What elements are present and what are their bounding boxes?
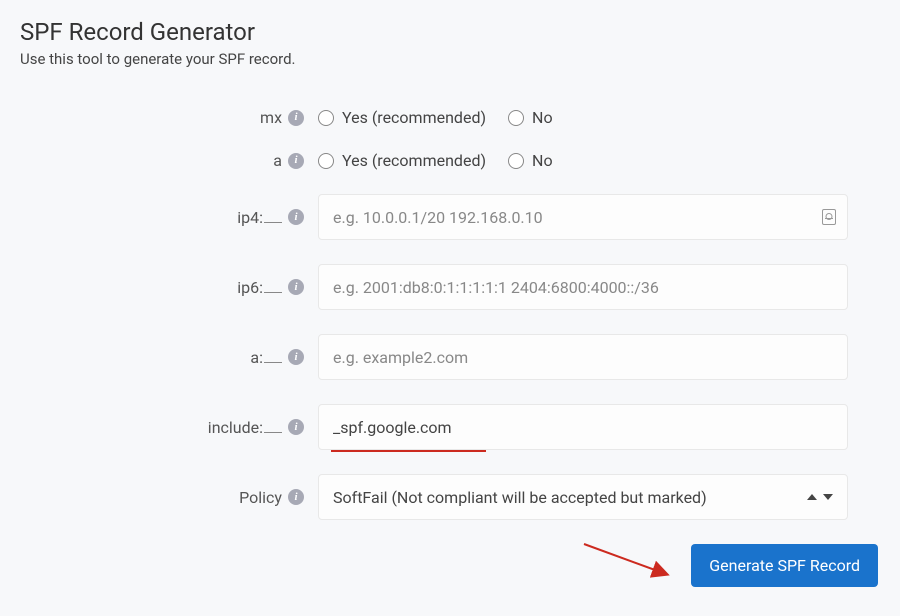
radio-circle-icon bbox=[508, 110, 524, 126]
radio-mx-yes[interactable]: Yes (recommended) bbox=[318, 108, 486, 127]
info-icon[interactable]: i bbox=[288, 489, 304, 505]
ip6-input[interactable] bbox=[318, 264, 848, 310]
radio-a-no[interactable]: No bbox=[508, 151, 553, 170]
label-ip6: ip6: bbox=[237, 278, 282, 297]
generate-button[interactable]: Generate SPF Record bbox=[691, 544, 878, 587]
label-policy: Policy bbox=[239, 488, 282, 507]
row-a-domain: a: i bbox=[50, 334, 880, 380]
info-icon[interactable]: i bbox=[288, 153, 304, 169]
policy-selected-value: SoftFail (Not compliant will be accepted… bbox=[333, 488, 707, 507]
info-icon[interactable]: i bbox=[288, 110, 304, 126]
radio-a-yes[interactable]: Yes (recommended) bbox=[318, 151, 486, 170]
info-icon[interactable]: i bbox=[288, 419, 304, 435]
label-mx: mx bbox=[260, 108, 282, 127]
annotation-underline bbox=[331, 450, 486, 452]
row-mx: mx i Yes (recommended) No bbox=[50, 108, 880, 127]
row-ip6: ip6: i bbox=[50, 264, 880, 310]
radio-circle-icon bbox=[318, 153, 334, 169]
radio-circle-icon bbox=[508, 153, 524, 169]
radio-label: No bbox=[532, 108, 553, 127]
row-include: include: i bbox=[50, 404, 880, 450]
radio-circle-icon bbox=[318, 110, 334, 126]
row-ip4: ip4: i bbox=[50, 194, 880, 240]
caret-down-icon bbox=[823, 494, 833, 500]
radio-label: Yes (recommended) bbox=[342, 151, 486, 170]
ip4-input[interactable] bbox=[318, 194, 848, 240]
label-include: include: bbox=[208, 418, 282, 437]
label-ip4: ip4: bbox=[237, 208, 282, 227]
row-a: a i Yes (recommended) No bbox=[50, 151, 880, 170]
include-input[interactable] bbox=[318, 404, 848, 450]
info-icon[interactable]: i bbox=[288, 349, 304, 365]
radio-label: No bbox=[532, 151, 553, 170]
policy-select[interactable]: SoftFail (Not compliant will be accepted… bbox=[318, 474, 848, 520]
contact-card-icon bbox=[822, 209, 836, 225]
page-title: SPF Record Generator bbox=[20, 18, 880, 46]
label-a: a bbox=[273, 151, 282, 170]
info-icon[interactable]: i bbox=[288, 279, 304, 295]
radio-label: Yes (recommended) bbox=[342, 108, 486, 127]
caret-up-icon bbox=[807, 494, 817, 500]
a-domain-input[interactable] bbox=[318, 334, 848, 380]
select-arrows-icon bbox=[807, 494, 833, 500]
radio-mx-no[interactable]: No bbox=[508, 108, 553, 127]
info-icon[interactable]: i bbox=[288, 209, 304, 225]
spf-form: mx i Yes (recommended) No a i Yes (recom… bbox=[50, 108, 880, 587]
button-row: Generate SPF Record bbox=[50, 544, 878, 587]
row-policy: Policy i SoftFail (Not compliant will be… bbox=[50, 474, 880, 520]
page-subtitle: Use this tool to generate your SPF recor… bbox=[20, 50, 880, 68]
label-a-domain: a: bbox=[250, 348, 282, 367]
